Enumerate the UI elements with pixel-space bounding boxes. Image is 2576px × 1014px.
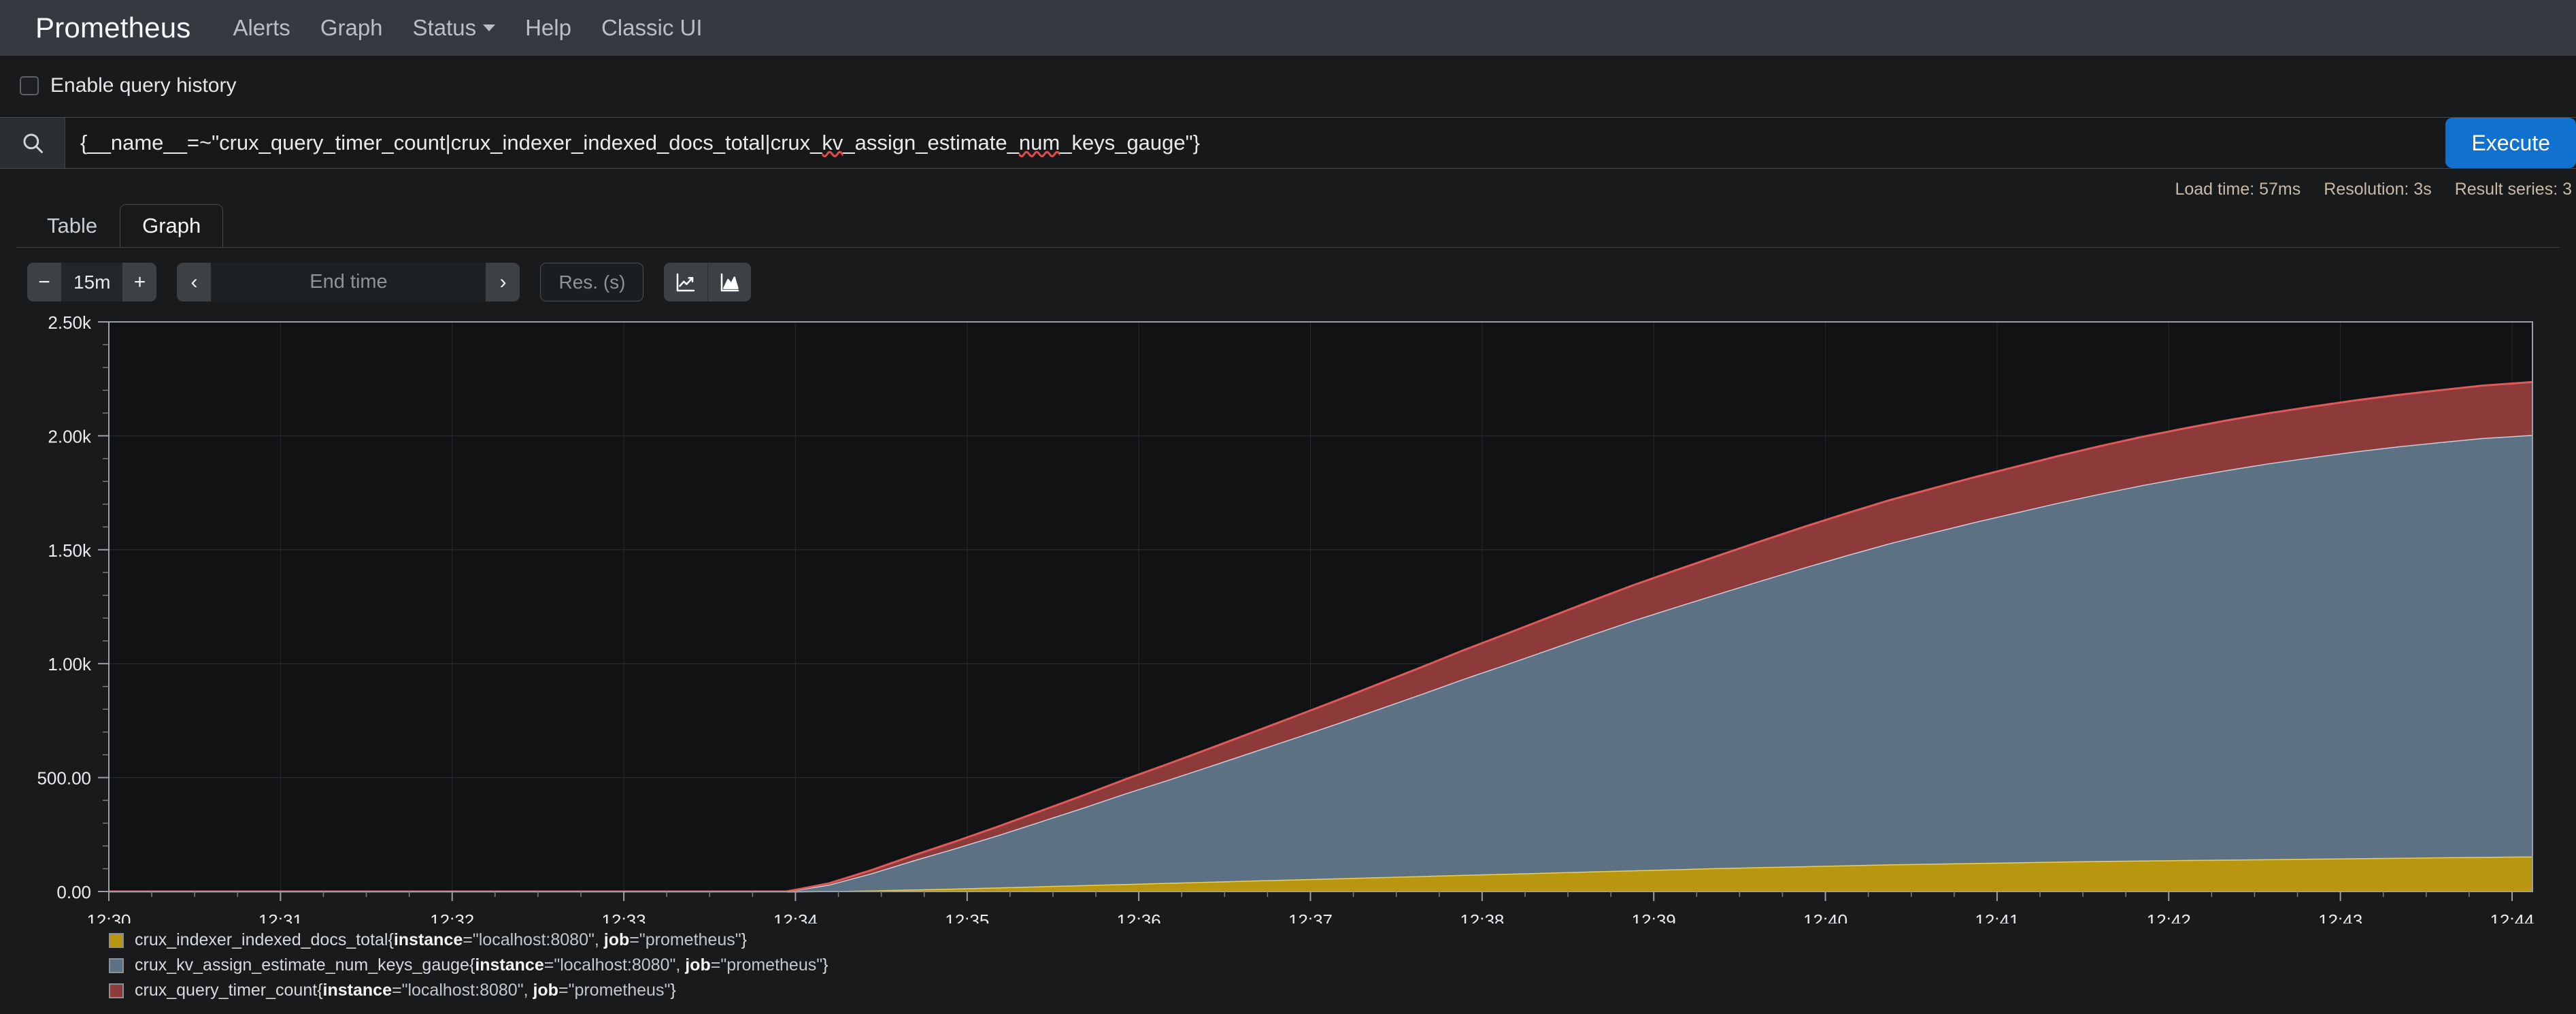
legend-label: crux_query_timer_count{instance="localho… [135,981,676,1000]
end-time-input[interactable]: End time [211,263,486,301]
query-history-row: Enable query history [0,56,2576,97]
query-expr-middle: _assign_estimate_ [843,131,1019,154]
x-tick-label: 12:30 [86,911,131,923]
x-tick-label: 12:37 [1288,911,1333,923]
nav-link-classic-ui-label: Classic UI [601,15,703,40]
query-expr-prefix: {__name__=~"crux_query_timer_count|crux_… [80,131,822,154]
nav-link-classic-ui[interactable]: Classic UI [601,15,703,41]
x-tick-label: 12:35 [945,911,989,923]
chevron-down-icon [483,24,496,31]
x-tick-label: 12:40 [1803,911,1847,923]
query-bar: {__name__=~"crux_query_timer_count|crux_… [0,117,2576,169]
range-value-input[interactable]: 15m [61,263,123,301]
y-tick-label: 2.50k [48,312,92,333]
graph-panel: 0.00 500.00 1.00k 1.50k 2.00k 2.50k 12:30 12:31… [0,311,2576,923]
enable-query-history-checkbox[interactable] [20,76,39,95]
x-tick-label: 12:36 [1117,911,1161,923]
resolution-input[interactable]: Res. (s) [540,263,644,301]
legend-color-swatch [109,958,124,973]
end-time-group: ‹ End time › [177,263,520,301]
legend-label: crux_kv_assign_estimate_num_keys_gauge{i… [135,955,829,975]
x-tick-label: 12:39 [1632,911,1676,923]
brand-logo[interactable]: Prometheus [35,12,190,44]
legend-color-swatch [109,932,124,948]
legend-item-crux-kv-assign-estimate-num-keys-gauge[interactable]: crux_kv_assign_estimate_num_keys_gauge{i… [109,955,2576,975]
legend-color-swatch [109,983,124,998]
navbar: Prometheus Alerts Graph Status Help Clas… [0,0,2576,56]
y-tick-label: 500.00 [37,768,91,789]
nav-link-help-label: Help [525,15,571,40]
y-tick-label: 0.00 [56,882,91,902]
enable-query-history-label: Enable query history [50,74,237,97]
tab-table[interactable]: Table [24,204,120,247]
x-tick-label: 12:43 [2318,911,2362,923]
x-tick-label: 12:42 [2147,911,2191,923]
load-time-stat: Load time: 57ms [2175,180,2301,199]
x-tick-label: 12:33 [602,911,646,923]
nav-link-graph-label: Graph [320,15,383,40]
y-tick-label: 2.00k [48,426,92,446]
search-icon [0,118,65,168]
nav-link-status[interactable]: Status [413,15,496,41]
execute-button[interactable]: Execute [2445,118,2576,168]
view-tabs: Table Graph [0,204,2576,247]
shift-forward-button[interactable]: › [486,263,520,301]
nav-link-alerts[interactable]: Alerts [233,15,290,41]
x-tick-label: 12:44 [2490,911,2534,923]
y-tick-label: 1.00k [48,654,92,674]
range-decrement-button[interactable]: − [27,263,61,301]
legend-item-crux-indexer-indexed-docs-total[interactable]: crux_indexer_indexed_docs_total{instance… [109,930,2576,950]
stacked-area-chart-icon[interactable] [707,263,752,301]
y-tick-label: 1.50k [48,540,92,561]
time-range-group: − 15m + [27,263,157,301]
query-expression-input[interactable]: {__name__=~"crux_query_timer_count|crux_… [65,118,2445,168]
line-chart-icon[interactable] [664,263,708,301]
stacked-area-chart[interactable]: 0.00 500.00 1.00k 1.50k 2.00k 2.50k 12:30 12:31… [0,311,2576,923]
graph-controls: − 15m + ‹ End time › Res. (s) [0,248,2576,301]
chart-legend: crux_indexer_indexed_docs_total{instance… [0,923,2576,1000]
shift-back-button[interactable]: ‹ [177,263,212,301]
range-increment-button[interactable]: + [122,263,157,301]
query-expr-misspelled-num: num [1018,131,1060,154]
legend-item-crux-query-timer-count[interactable]: crux_query_timer_count{instance="localho… [109,981,2576,1000]
nav-link-alerts-label: Alerts [233,15,290,40]
nav-link-graph[interactable]: Graph [320,15,383,41]
chart-type-group [664,263,752,301]
nav-link-status-label: Status [412,15,477,40]
x-tick-label: 12:38 [1460,911,1504,923]
query-stats: Load time: 57ms Resolution: 3s Result se… [0,169,2576,199]
x-tick-label: 12:34 [773,911,818,923]
x-tick-label: 12:41 [1975,911,2019,923]
resolution-stat: Resolution: 3s [2324,180,2432,199]
tab-graph[interactable]: Graph [120,204,224,247]
query-expr-misspelled-kv: kv [822,131,843,154]
x-tick-label: 12:31 [258,911,303,923]
query-expr-suffix: _keys_gauge"} [1060,131,1201,154]
nav-link-help[interactable]: Help [525,15,571,41]
x-tick-label: 12:32 [430,911,474,923]
result-series-stat: Result series: 3 [2454,180,2572,199]
legend-label: crux_indexer_indexed_docs_total{instance… [135,930,747,949]
